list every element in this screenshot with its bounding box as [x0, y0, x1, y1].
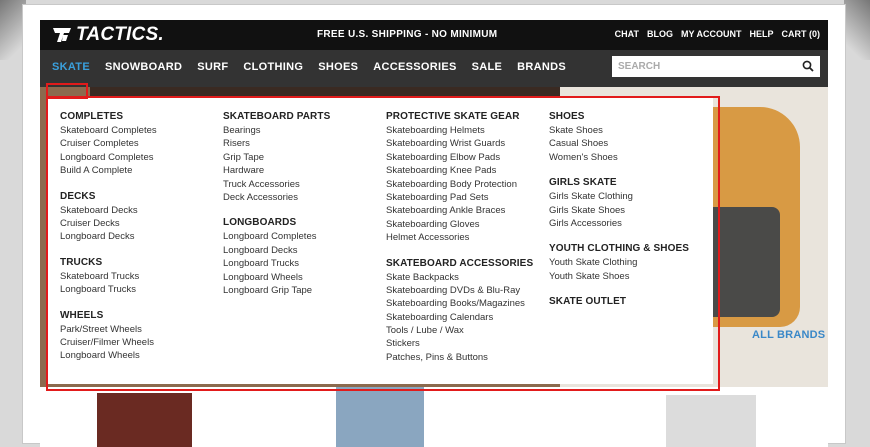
- menu-link[interactable]: Casual Shoes: [549, 137, 689, 150]
- menu-heading-youth[interactable]: YOUTH CLOTHING & SHOES: [549, 242, 689, 256]
- menu-link[interactable]: Bearings: [223, 124, 330, 137]
- menu-link[interactable]: Helmet Accessories: [386, 231, 533, 244]
- menu-link[interactable]: Skateboard Decks: [60, 204, 157, 217]
- site-logo[interactable]: TACTICS.: [52, 23, 164, 47]
- menu-link[interactable]: Risers: [223, 137, 330, 150]
- search-input[interactable]: [618, 59, 798, 73]
- mega-menu-column-2: SKATEBOARD PARTS Bearings Risers Grip Ta…: [223, 110, 330, 297]
- menu-link[interactable]: Longboard Decks: [60, 230, 157, 243]
- menu-link[interactable]: Skateboard Completes: [60, 124, 157, 137]
- search-icon[interactable]: [802, 60, 814, 72]
- menu-link[interactable]: Women's Shoes: [549, 151, 689, 164]
- menu-link[interactable]: Tools / Lube / Wax: [386, 324, 533, 337]
- menu-link[interactable]: Longboard Grip Tape: [223, 284, 330, 297]
- nav-item-surf[interactable]: SURF: [197, 61, 228, 73]
- menu-link[interactable]: Skate Shoes: [549, 124, 689, 137]
- menu-link[interactable]: Longboard Trucks: [223, 257, 330, 270]
- blog-link[interactable]: BLOG: [647, 29, 673, 39]
- menu-heading-skateboard-parts[interactable]: SKATEBOARD PARTS: [223, 110, 330, 124]
- menu-heading-completes[interactable]: COMPLETES: [60, 110, 157, 124]
- menu-heading-decks[interactable]: DECKS: [60, 190, 157, 204]
- menu-link[interactable]: Longboard Completes: [223, 230, 330, 243]
- menu-link[interactable]: Patches, Pins & Buttons: [386, 351, 533, 364]
- menu-link[interactable]: Skateboarding Knee Pads: [386, 164, 533, 177]
- nav-item-sale[interactable]: SALE: [472, 61, 503, 73]
- menu-link[interactable]: Build A Complete: [60, 164, 157, 177]
- menu-link[interactable]: Skateboarding Body Protection: [386, 178, 533, 191]
- menu-heading-skate-outlet[interactable]: SKATE OUTLET: [549, 295, 689, 309]
- mega-menu-column-3: PROTECTIVE SKATE GEAR Skateboarding Helm…: [386, 110, 533, 364]
- menu-heading-longboards[interactable]: LONGBOARDS: [223, 216, 330, 230]
- menu-link[interactable]: Girls Skate Clothing: [549, 190, 689, 203]
- menu-link[interactable]: Skateboarding Calendars: [386, 311, 533, 324]
- website-page: TACTICS. FREE U.S. SHIPPING - NO MINIMUM…: [40, 20, 828, 447]
- deck-thumbnail[interactable]: [97, 393, 192, 447]
- product-thumbnails: [40, 387, 828, 447]
- mega-menu-column-4: SHOES Skate Shoes Casual Shoes Women's S…: [549, 110, 689, 309]
- menu-link[interactable]: Skateboarding Gloves: [386, 218, 533, 231]
- top-bar: TACTICS. FREE U.S. SHIPPING - NO MINIMUM…: [40, 20, 828, 50]
- utility-links: CHAT BLOG MY ACCOUNT HELP CART (0): [615, 29, 820, 39]
- menu-link[interactable]: Longboard Trucks: [60, 283, 157, 296]
- menu-link[interactable]: Skateboarding Wrist Guards: [386, 137, 533, 150]
- all-brands-link[interactable]: ALL BRANDS: [752, 329, 825, 341]
- cart-link[interactable]: CART (0): [782, 29, 821, 39]
- menu-link[interactable]: Skateboard Trucks: [60, 270, 157, 283]
- page-shadow-right: [844, 0, 870, 60]
- chat-link[interactable]: CHAT: [615, 29, 639, 39]
- menu-link[interactable]: Skateboarding Pad Sets: [386, 191, 533, 204]
- nav-item-skate[interactable]: SKATE: [52, 61, 90, 73]
- menu-link[interactable]: Longboard Completes: [60, 151, 157, 164]
- menu-link[interactable]: Cruiser/Filmer Wheels: [60, 336, 157, 349]
- menu-link[interactable]: Longboard Wheels: [223, 271, 330, 284]
- menu-heading-protective-gear[interactable]: PROTECTIVE SKATE GEAR: [386, 110, 533, 124]
- menu-link[interactable]: Deck Accessories: [223, 191, 330, 204]
- menu-link[interactable]: Skateboarding Elbow Pads: [386, 151, 533, 164]
- menu-link[interactable]: Youth Skate Shoes: [549, 270, 689, 283]
- menu-link[interactable]: Girls Accessories: [549, 217, 689, 230]
- menu-link[interactable]: Stickers: [386, 337, 533, 350]
- menu-link[interactable]: Cruiser Completes: [60, 137, 157, 150]
- menu-link[interactable]: Skateboarding Ankle Braces: [386, 204, 533, 217]
- nav-item-brands[interactable]: BRANDS: [517, 61, 566, 73]
- menu-link[interactable]: Longboard Decks: [223, 244, 330, 257]
- main-nav: SKATE SNOWBOARD SURF CLOTHING SHOES ACCE…: [40, 50, 828, 87]
- menu-link[interactable]: Grip Tape: [223, 151, 330, 164]
- shoe-thumbnail[interactable]: [666, 395, 756, 447]
- nav-items: SKATE SNOWBOARD SURF CLOTHING SHOES ACCE…: [52, 61, 566, 73]
- goggles-thumbnail[interactable]: [336, 387, 424, 447]
- menu-link[interactable]: Hardware: [223, 164, 330, 177]
- menu-link[interactable]: Park/Street Wheels: [60, 323, 157, 336]
- menu-link[interactable]: Girls Skate Shoes: [549, 204, 689, 217]
- nav-item-snowboard[interactable]: SNOWBOARD: [105, 61, 182, 73]
- menu-link[interactable]: Youth Skate Clothing: [549, 256, 689, 269]
- menu-heading-girls-skate[interactable]: GIRLS SKATE: [549, 176, 689, 190]
- nav-item-shoes[interactable]: SHOES: [318, 61, 358, 73]
- logo-text: TACTICS.: [76, 24, 164, 45]
- shipping-banner: FREE U.S. SHIPPING - NO MINIMUM: [317, 29, 498, 40]
- nav-item-clothing[interactable]: CLOTHING: [243, 61, 303, 73]
- tactics-logo-icon: [53, 28, 71, 42]
- skate-mega-menu: COMPLETES Skateboard Completes Cruiser C…: [48, 97, 713, 384]
- search-box: [612, 56, 820, 77]
- menu-heading-trucks[interactable]: TRUCKS: [60, 256, 157, 270]
- menu-link[interactable]: Truck Accessories: [223, 178, 330, 191]
- menu-link[interactable]: Skate Backpacks: [386, 271, 533, 284]
- nav-item-accessories[interactable]: ACCESSORIES: [373, 61, 456, 73]
- menu-heading-wheels[interactable]: WHEELS: [60, 309, 157, 323]
- menu-heading-skateboard-accessories[interactable]: SKATEBOARD ACCESSORIES: [386, 257, 533, 271]
- menu-link[interactable]: Skateboarding Books/Magazines: [386, 297, 533, 310]
- menu-link[interactable]: Skateboarding Helmets: [386, 124, 533, 137]
- help-link[interactable]: HELP: [749, 29, 773, 39]
- menu-link[interactable]: Skateboarding DVDs & Blu-Ray: [386, 284, 533, 297]
- mega-menu-column-1: COMPLETES Skateboard Completes Cruiser C…: [60, 110, 157, 363]
- my-account-link[interactable]: MY ACCOUNT: [681, 29, 742, 39]
- menu-heading-shoes[interactable]: SHOES: [549, 110, 689, 124]
- menu-link[interactable]: Cruiser Decks: [60, 217, 157, 230]
- menu-link[interactable]: Longboard Wheels: [60, 349, 157, 362]
